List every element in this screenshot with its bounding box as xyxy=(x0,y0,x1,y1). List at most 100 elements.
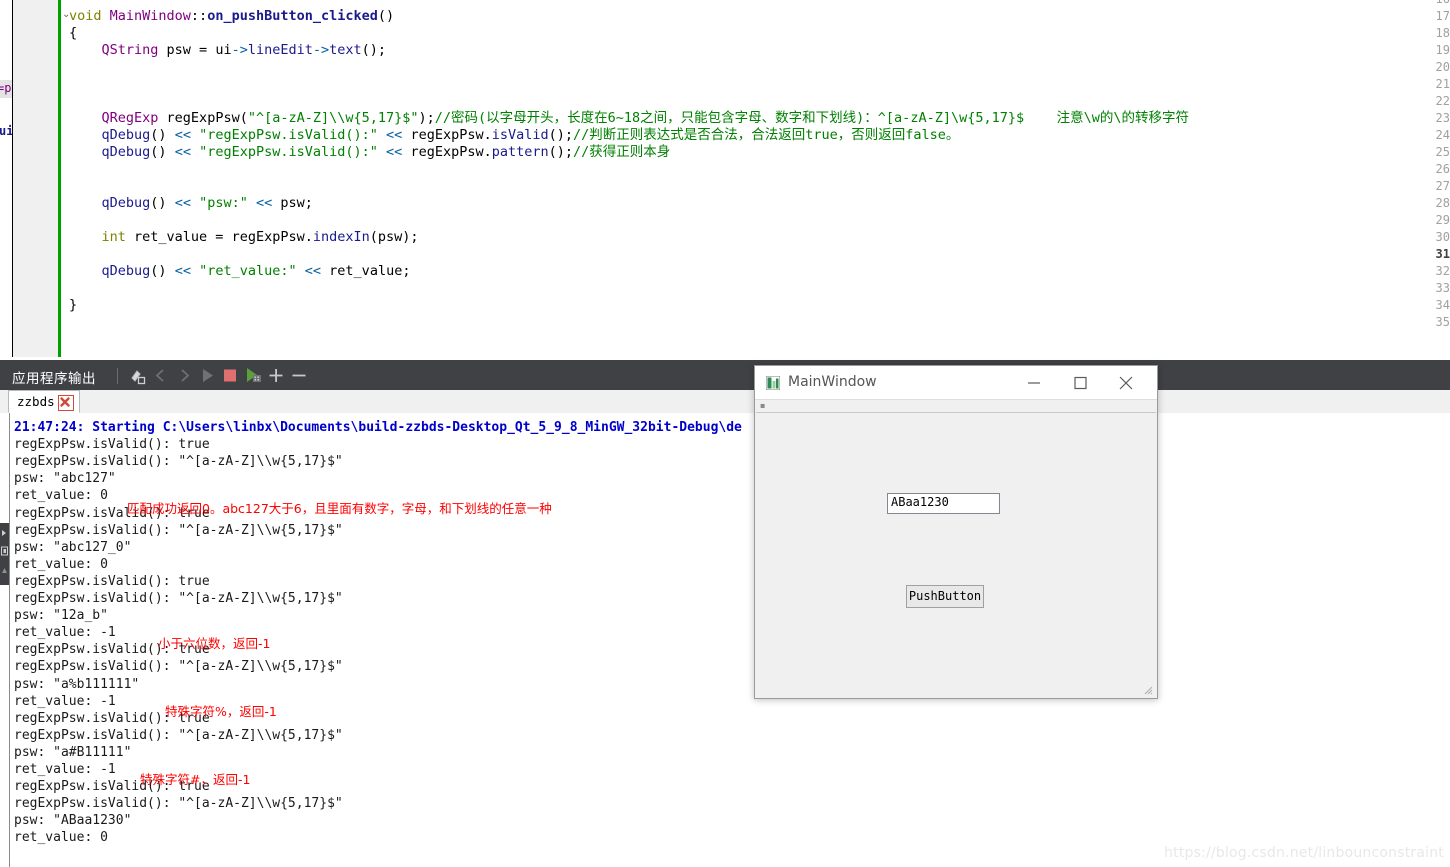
code-text-area[interactable]: void MainWindow::on_pushButton_clicked()… xyxy=(69,0,1450,357)
rerun-icon[interactable] xyxy=(242,365,264,386)
code-line: qDebug() << "ret_value:" << ret_value; xyxy=(69,263,411,280)
code-token: ret_value; xyxy=(321,263,411,279)
code-line: } xyxy=(69,297,77,314)
next-item-icon[interactable] xyxy=(173,365,195,386)
code-token: regExpPsw. xyxy=(402,127,492,143)
code-token: MainWindow xyxy=(109,8,191,24)
code-token: lineEdit xyxy=(247,42,313,58)
code-token: //获得正则本身 xyxy=(573,144,671,160)
line-number-gutter xyxy=(13,0,55,357)
expand-right-icon[interactable] xyxy=(0,527,9,539)
code-token: << xyxy=(386,127,403,143)
output-line: psw: "abc127" xyxy=(14,471,116,487)
code-token: () xyxy=(150,263,175,279)
annotation-text: 匹配成功返回0。abc127大于6，且里面有数字，字母，和下划线的任意一种 xyxy=(127,501,552,516)
output-text-body[interactable]: 21:47:24: Starting C:\Users\linbx\Docume… xyxy=(0,413,1450,867)
output-line: psw: "abc127_0" xyxy=(14,539,132,555)
application-output-pane: 应用程序输出 zzbds 21:47:24: Starting C:\Users… xyxy=(0,357,1450,867)
output-line: regExpPsw.isValid(): "^[a-zA-Z]\\w{5,17}… xyxy=(14,727,343,743)
annotation-text: 特殊字符#，返回-1 xyxy=(140,772,251,787)
code-token: "psw:" xyxy=(199,195,248,211)
modified-lines-marker xyxy=(58,0,61,357)
stop-icon[interactable] xyxy=(219,365,241,386)
mainwindow-menu-bar[interactable]: ▪ xyxy=(756,400,1156,413)
code-token: "^[a-zA-Z]\\w{5,17}$" xyxy=(247,110,419,126)
code-token: << xyxy=(174,127,191,143)
clean-pane-icon[interactable] xyxy=(126,365,148,386)
output-line: psw: "a%b111111" xyxy=(14,676,140,692)
code-token: text xyxy=(329,42,362,58)
output-line: regExpPsw.isValid(): "^[a-zA-Z]\\w{5,17}… xyxy=(14,659,343,675)
mainwindow-title-text: MainWindow xyxy=(788,374,877,390)
close-icon[interactable] xyxy=(58,395,74,411)
split-view-icon[interactable] xyxy=(0,545,9,557)
code-token: QRegExp xyxy=(101,110,159,126)
mainwindow-dialog[interactable]: MainWindow ▪ ABaa1230 PushButton xyxy=(754,365,1158,699)
menu-placeholder: ▪ xyxy=(760,401,766,410)
mainwindow-title-bar[interactable]: MainWindow xyxy=(755,366,1157,400)
output-tab-zzbds[interactable]: zzbds xyxy=(8,390,80,413)
code-token: () xyxy=(150,127,175,143)
code-token: -> xyxy=(231,42,248,58)
zoom-in-icon[interactable] xyxy=(265,365,287,386)
code-token: << xyxy=(386,144,403,160)
code-token: { xyxy=(69,25,78,41)
code-token: //判断正则表达式是否合法，合法返回true，否则返回false。 xyxy=(573,127,960,143)
code-editor[interactable]: 1617181920212223242526272829303132333435… xyxy=(13,0,1450,357)
annotation-text: 小于六位数，返回-1 xyxy=(158,636,271,651)
code-token: regExpPsw( xyxy=(158,110,248,126)
code-line: { xyxy=(69,25,77,42)
code-token: "regExpPsw.isValid():" xyxy=(199,127,378,143)
minimize-button[interactable] xyxy=(1011,366,1057,399)
previous-item-icon[interactable] xyxy=(150,365,172,386)
output-line: 21:47:24: Starting C:\Users\linbx\Docume… xyxy=(14,420,742,435)
code-token: qDebug xyxy=(101,127,151,143)
code-token: (); xyxy=(548,127,574,143)
output-line: regExpPsw.isValid(): true xyxy=(14,437,210,453)
code-token: (); xyxy=(361,42,387,58)
code-token: << xyxy=(304,263,322,279)
output-line: psw: "a#B11111" xyxy=(14,744,132,760)
code-token: on_pushButton_clicked xyxy=(207,8,378,24)
resize-grip[interactable] xyxy=(1142,684,1154,696)
code-token: //密码(以字母开头，长度在6~18之间，只能包含字母、数字和下划线)：^[a-… xyxy=(434,110,1189,126)
output-line: ret_value: -1 xyxy=(14,625,116,641)
application-icon xyxy=(765,375,781,391)
output-line: ret_value: 0 xyxy=(14,830,108,846)
toolbar-separator xyxy=(117,368,118,384)
code-token: void xyxy=(69,8,110,24)
watermark: https://blog.csdn.net/linbounconstraint xyxy=(1164,845,1444,861)
sidebar-rail[interactable] xyxy=(0,523,9,585)
code-line: qDebug() << "psw:" << psw; xyxy=(69,195,313,212)
code-token: } xyxy=(69,297,78,313)
code-token: << xyxy=(174,263,191,279)
close-button[interactable] xyxy=(1103,366,1149,399)
push-button[interactable]: PushButton xyxy=(906,585,984,608)
run-icon[interactable] xyxy=(196,365,218,386)
code-token: indexIn xyxy=(312,229,370,245)
password-line-edit[interactable]: ABaa1230 xyxy=(887,493,1000,514)
collapse-up-icon[interactable] xyxy=(0,565,9,577)
code-token: qDebug xyxy=(101,263,151,279)
output-line: ret_value: -1 xyxy=(14,762,116,777)
maximize-button[interactable] xyxy=(1057,366,1103,399)
code-line: QString psw = ui->lineEdit->text(); xyxy=(69,42,387,59)
code-token: ); xyxy=(418,110,435,126)
output-line: ret_value: 0 xyxy=(14,488,108,504)
code-token: (psw); xyxy=(369,229,419,245)
code-token: ret_value = regExpPsw. xyxy=(125,229,313,245)
code-token: () xyxy=(150,195,175,211)
chevron-down-icon[interactable]: ⌄ xyxy=(62,6,70,23)
zoom-out-icon[interactable] xyxy=(288,365,310,386)
code-token: "regExpPsw.isValid():" xyxy=(199,144,378,160)
